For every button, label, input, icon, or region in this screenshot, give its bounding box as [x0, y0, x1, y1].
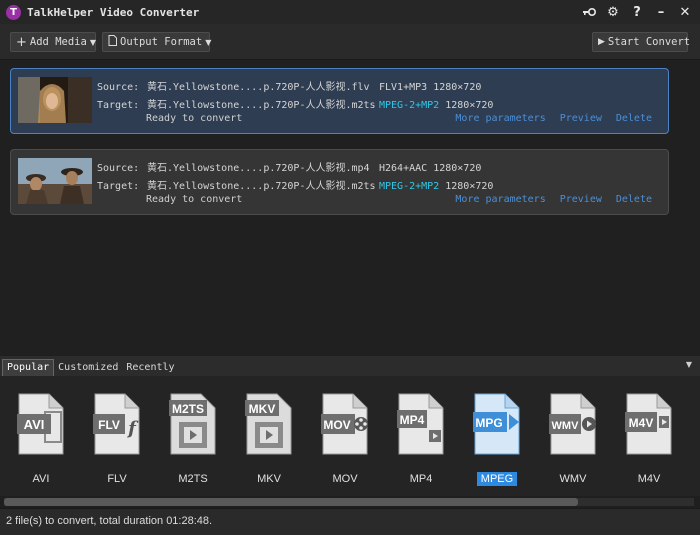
- mpg-icon-text: MPG: [475, 416, 502, 430]
- document-icon: [108, 34, 117, 50]
- chevron-down-icon: ▼: [89, 37, 96, 47]
- output-format-button[interactable]: Output Format ▼: [102, 32, 212, 52]
- preview-link[interactable]: Preview: [560, 113, 602, 124]
- source-resolution: 1280×720: [433, 163, 482, 174]
- avi-icon-text: AVI: [24, 417, 45, 432]
- mov-file-icon: MOV: [321, 393, 368, 455]
- format-label: AVI: [32, 473, 50, 485]
- m4v-file-icon: M4V: [625, 393, 672, 455]
- source-label: Source:: [97, 82, 140, 93]
- more-parameters-link[interactable]: More parameters: [455, 113, 545, 124]
- file-status: Ready to convert: [146, 194, 243, 205]
- settings-gear-icon[interactable]: ⚙: [604, 2, 622, 22]
- title-bar: T TalkHelper Video Converter ⚙ ? – ✕: [0, 0, 700, 24]
- file-list: Source: 黄石.Yellowstone....p.720P-人人影视.flv…: [0, 60, 700, 355]
- source-codec: FLV1+MP3: [379, 82, 428, 93]
- mkv-file-icon: MKV: [245, 393, 292, 455]
- mp4-icon-text: MP4: [400, 413, 425, 427]
- flv-file-icon: FLV f: [93, 393, 140, 455]
- target-label: Target:: [97, 181, 140, 192]
- source-filename: 黄石.Yellowstone....p.720P-人人影视.mp4: [147, 163, 370, 174]
- add-media-label: Add Media: [29, 36, 87, 48]
- target-filename: 黄石.Yellowstone....p.720P-人人影视.m2ts: [147, 181, 376, 192]
- format-mp4[interactable]: MP4 MP4: [386, 390, 456, 485]
- add-media-button[interactable]: + Add Media ▼: [10, 32, 96, 52]
- tab-recently[interactable]: Recently: [122, 360, 178, 376]
- format-flv[interactable]: FLV f FLV: [82, 390, 152, 485]
- output-format-label: Output Format: [120, 36, 203, 48]
- app-logo-icon: T: [6, 4, 21, 20]
- format-mkv[interactable]: MKV MKV: [234, 390, 304, 485]
- delete-link[interactable]: Delete: [616, 113, 652, 124]
- format-label: MOV: [332, 473, 358, 485]
- format-label: MKV: [257, 473, 281, 485]
- start-convert-label: Start Convert: [607, 36, 691, 48]
- file-item[interactable]: Source: 黄石.Yellowstone....p.720P-人人影视.flv…: [10, 68, 669, 134]
- format-avi[interactable]: AVI AVI: [6, 390, 76, 485]
- key-icon[interactable]: [580, 2, 598, 22]
- play-icon: ▶: [598, 37, 605, 47]
- chevron-down-icon[interactable]: ▼: [686, 360, 692, 369]
- delete-link[interactable]: Delete: [616, 194, 652, 205]
- close-icon[interactable]: ✕: [676, 2, 694, 22]
- mov-icon-text: MOV: [323, 418, 350, 432]
- format-label: MPEG: [462, 472, 532, 486]
- format-mpeg[interactable]: MPG MPEG: [462, 390, 532, 486]
- mp4-file-icon: MP4: [397, 393, 444, 455]
- m4v-icon-text: M4V: [629, 416, 654, 430]
- format-label: M2TS: [178, 473, 208, 485]
- format-label: MP4: [409, 473, 433, 485]
- target-codec: MPEG-2+MP2: [379, 181, 440, 192]
- format-wmv[interactable]: WMV WMV: [538, 390, 608, 485]
- target-resolution: 1280×720: [445, 181, 494, 192]
- target-filename: 黄石.Yellowstone....p.720P-人人影视.m2ts: [147, 100, 376, 111]
- minimize-icon[interactable]: –: [652, 2, 670, 22]
- format-label: WMV: [559, 473, 587, 485]
- help-icon[interactable]: ?: [628, 2, 646, 22]
- format-scrollbar[interactable]: [4, 498, 694, 506]
- scrollbar-thumb[interactable]: [4, 498, 578, 506]
- file-item[interactable]: Source: 黄石.Yellowstone....p.720P-人人影视.mp4…: [10, 149, 669, 215]
- target-resolution: 1280×720: [445, 100, 494, 111]
- format-label: M4V: [637, 473, 661, 485]
- wmv-icon-text: WMV: [552, 420, 580, 432]
- tab-customized[interactable]: Customized: [54, 360, 122, 376]
- file-status: Ready to convert: [146, 113, 243, 124]
- avi-file-icon: AVI: [17, 393, 64, 455]
- tab-popular[interactable]: Popular: [2, 359, 55, 376]
- source-resolution: 1280×720: [433, 82, 482, 93]
- plus-icon: +: [16, 34, 27, 50]
- format-label: FLV: [107, 473, 127, 485]
- status-bar: 2 file(s) to convert, total duration 01:…: [0, 508, 700, 535]
- source-filename: 黄石.Yellowstone....p.720P-人人影视.flv: [147, 82, 370, 93]
- flv-icon-text: FLV: [98, 418, 120, 432]
- source-label: Source:: [97, 163, 140, 174]
- m2ts-file-icon: M2TS: [169, 393, 216, 455]
- more-parameters-link[interactable]: More parameters: [455, 194, 545, 205]
- source-codec: H264+AAC: [379, 163, 428, 174]
- format-tabs: Popular Customized Recently ▼: [0, 356, 700, 376]
- target-label: Target:: [97, 100, 140, 111]
- format-m4v[interactable]: M4V M4V: [614, 390, 684, 485]
- m2ts-icon-text: M2TS: [172, 402, 204, 416]
- video-thumbnail: [18, 77, 92, 123]
- mpg-file-icon: MPG: [473, 393, 520, 455]
- format-mov[interactable]: MOV MOV: [310, 390, 380, 485]
- format-m2ts[interactable]: M2TS M2TS: [158, 390, 228, 485]
- toolbar: + Add Media ▼ Output Format ▼ ▶ Start Co…: [0, 24, 700, 60]
- chevron-down-icon: ▼: [205, 37, 212, 47]
- format-gallery: AVI AVI FLV f FLV M2TS M2TS MKV MKV MOV …: [0, 376, 700, 496]
- mkv-icon-text: MKV: [249, 402, 276, 416]
- start-convert-button[interactable]: ▶ Start Convert: [592, 32, 691, 52]
- window-title: TalkHelper Video Converter: [27, 5, 200, 19]
- target-codec: MPEG-2+MP2: [379, 100, 440, 111]
- video-thumbnail: [18, 158, 92, 204]
- wmv-file-icon: WMV: [549, 393, 596, 455]
- preview-link[interactable]: Preview: [560, 194, 602, 205]
- status-text: 2 file(s) to convert, total duration 01:…: [6, 515, 213, 527]
